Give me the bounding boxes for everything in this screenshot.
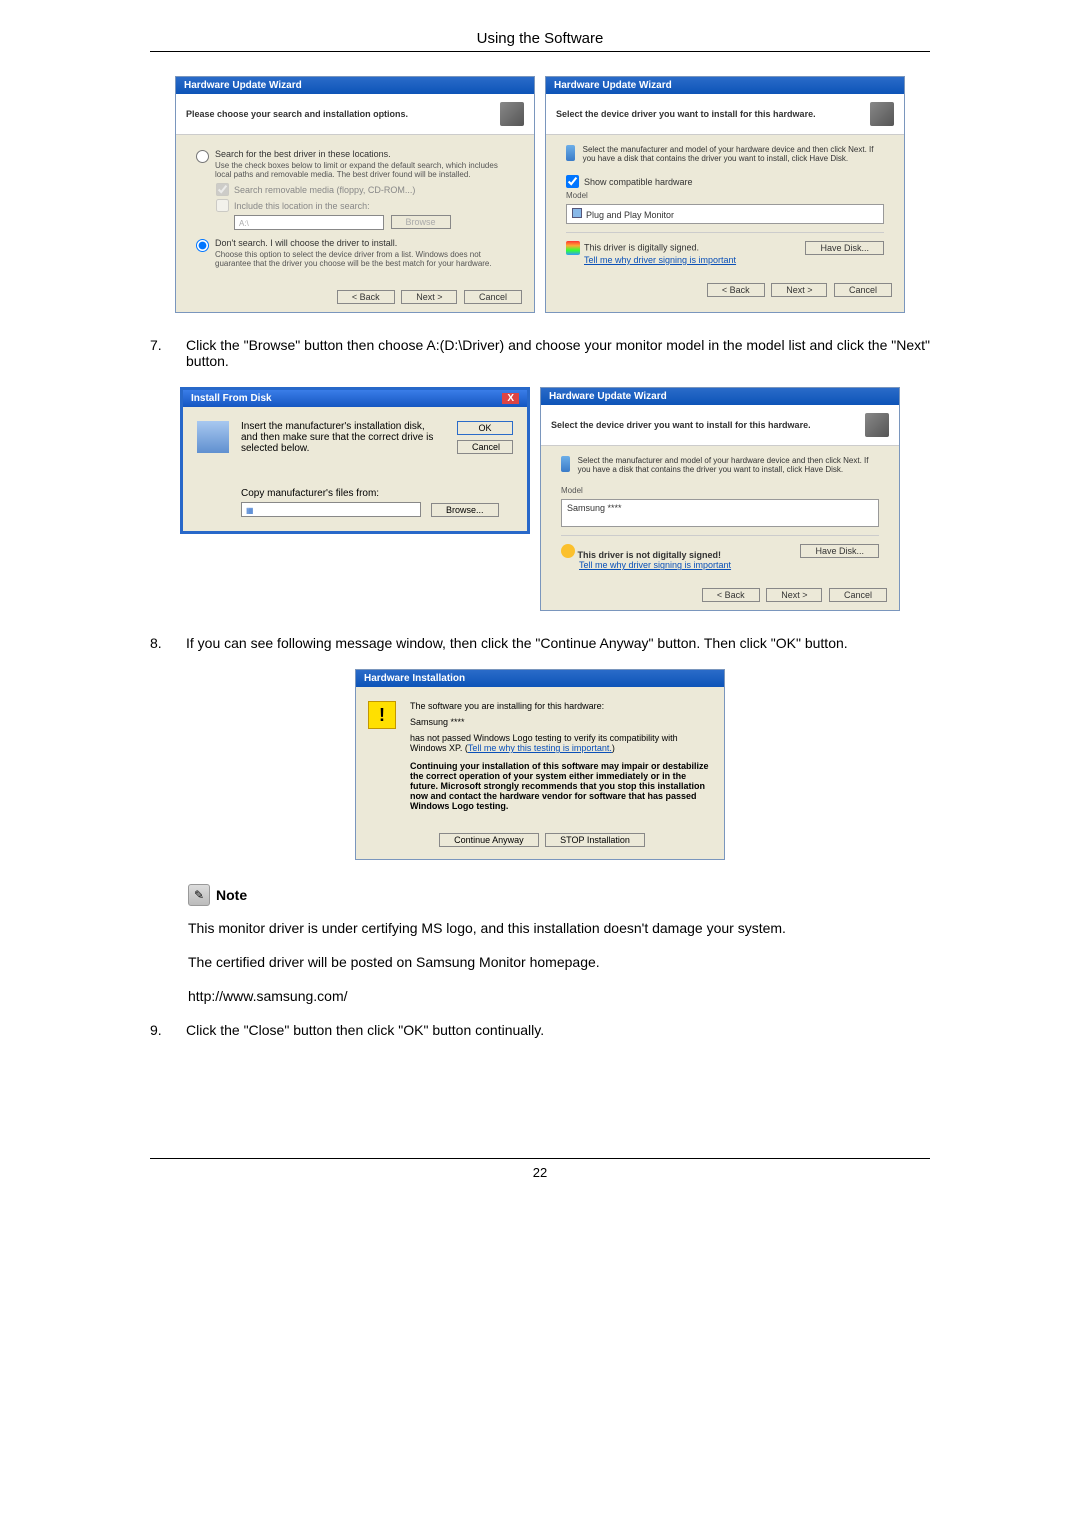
dialog-row-2: Install From Disk X Insert the manufactu… [150, 387, 930, 611]
dialog-row-1: Hardware Update Wizard Please choose you… [150, 76, 930, 313]
chk-show-compat-label: Show compatible hardware [584, 177, 693, 187]
note-p1: This monitor driver is under certifying … [188, 920, 930, 936]
warning-triangle-icon: ! [368, 701, 396, 729]
shield-icon [566, 241, 580, 255]
model-value: Plug and Play Monitor [586, 210, 674, 220]
dialog2-instr: Select the manufacturer and model of you… [583, 145, 884, 163]
step-9-num: 9. [150, 1022, 170, 1038]
disk-icon [561, 456, 570, 472]
radio2-label: Don't search. I will choose the driver t… [215, 238, 514, 248]
model-label-2: Model [561, 486, 879, 495]
dialog2-title: Hardware Update Wizard [546, 77, 904, 94]
dialog-search-options: Hardware Update Wizard Please choose you… [175, 76, 535, 313]
continue-anyway-button[interactable]: Continue Anyway [439, 833, 539, 847]
page-header: Using the Software [150, 30, 930, 47]
chk-removable [216, 183, 229, 196]
radio2-desc: Choose this option to select the device … [215, 250, 514, 268]
dialog2-subtitle: Select the device driver you want to ins… [556, 109, 816, 119]
tell-me-link-2[interactable]: Tell me why driver signing is important [579, 560, 731, 570]
cancel-button[interactable]: Cancel [829, 588, 887, 602]
close-icon[interactable]: X [502, 393, 519, 404]
back-button[interactable]: < Back [337, 290, 395, 304]
copy-path-input[interactable]: ▦ [241, 502, 421, 517]
hw-line1: The software you are installing for this… [410, 701, 710, 711]
next-button[interactable]: Next > [766, 588, 822, 602]
header-divider [150, 51, 930, 52]
have-disk-button-2[interactable]: Have Disk... [800, 544, 879, 558]
wizard-icon [870, 102, 894, 126]
dialog1-subtitle: Please choose your search and installati… [186, 109, 408, 119]
tell-me-link[interactable]: Tell me why driver signing is important [584, 255, 736, 265]
disk-icon [566, 145, 575, 161]
step-8-num: 8. [150, 635, 170, 651]
step-9: 9. Click the "Close" button then click "… [150, 1022, 930, 1038]
step-8-text: If you can see following message window,… [186, 635, 930, 651]
chk-show-compat[interactable] [566, 175, 579, 188]
footer-divider [150, 1158, 930, 1159]
note-icon: ✎ [188, 884, 210, 906]
step-7-num: 7. [150, 337, 170, 369]
next-button[interactable]: Next > [401, 290, 457, 304]
cancel-button[interactable]: Cancel [457, 440, 513, 454]
back-button[interactable]: < Back [702, 588, 760, 602]
signed-text: This driver is digitally signed. [584, 242, 699, 252]
ifd-title: Install From Disk [191, 393, 272, 404]
note-label: Note [216, 887, 247, 903]
hw-warning: Continuing your installation of this sof… [410, 761, 710, 811]
wizard-icon [865, 413, 889, 437]
install-from-disk-dialog: Install From Disk X Insert the manufactu… [180, 387, 530, 534]
dialog1-title: Hardware Update Wizard [176, 77, 534, 94]
dialog3-subtitle: Select the device driver you want to ins… [551, 420, 811, 430]
browse-button[interactable]: Browse... [431, 503, 499, 517]
chk-location [216, 199, 229, 212]
hw-device: Samsung **** [410, 717, 710, 727]
model-label: Model [566, 191, 884, 200]
ok-button[interactable]: OK [457, 421, 513, 435]
hw-testing-link[interactable]: Tell me why this testing is important. [468, 743, 612, 753]
radio-search-best[interactable] [196, 150, 209, 163]
step-7: 7. Click the "Browse" button then choose… [150, 337, 930, 369]
monitor-icon [572, 208, 582, 218]
step-8: 8. If you can see following message wind… [150, 635, 930, 651]
have-disk-button[interactable]: Have Disk... [805, 241, 884, 255]
hw-line2b: ) [612, 743, 615, 753]
warning-icon [561, 544, 575, 558]
floppy-icon [197, 421, 229, 453]
back-button[interactable]: < Back [707, 283, 765, 297]
note-p2: The certified driver will be posted on S… [188, 954, 930, 970]
ifd-text: Insert the manufacturer's installation d… [241, 421, 441, 454]
step-9-text: Click the "Close" button then click "OK"… [186, 1022, 930, 1038]
note-heading: ✎ Note [188, 884, 930, 906]
cancel-button[interactable]: Cancel [834, 283, 892, 297]
copy-label: Copy manufacturer's files from: [241, 488, 513, 499]
dialog3-instr: Select the manufacturer and model of you… [578, 456, 879, 474]
dialog3-title: Hardware Update Wizard [541, 388, 899, 405]
stop-installation-button[interactable]: STOP Installation [545, 833, 645, 847]
next-button[interactable]: Next > [771, 283, 827, 297]
hardware-installation-dialog: Hardware Installation ! The software you… [355, 669, 725, 860]
chk-location-label: Include this location in the search: [234, 201, 370, 211]
not-signed-text: This driver is not digitally signed! [578, 550, 722, 560]
radio1-desc: Use the check boxes below to limit or ex… [215, 161, 514, 179]
step-7-text: Click the "Browse" button then choose A:… [186, 337, 930, 369]
wizard-icon [500, 102, 524, 126]
model-value-2: Samsung **** [567, 503, 622, 513]
radio-dont-search[interactable] [196, 239, 209, 252]
model-list[interactable]: Plug and Play Monitor [566, 204, 884, 224]
samsung-url: http://www.samsung.com/ [188, 988, 930, 1004]
dialog-select-driver-1: Hardware Update Wizard Select the device… [545, 76, 905, 313]
browse-button-disabled: Browse [391, 215, 451, 229]
radio1-label: Search for the best driver in these loca… [215, 149, 514, 159]
page-number: 22 [150, 1165, 930, 1180]
dialog-select-driver-2: Hardware Update Wizard Select the device… [540, 387, 900, 611]
hw-title: Hardware Installation [356, 670, 724, 687]
chk-removable-label: Search removable media (floppy, CD-ROM..… [234, 185, 415, 195]
cancel-button[interactable]: Cancel [464, 290, 522, 304]
path-input: A:\ [234, 215, 384, 230]
model-list-2[interactable]: Samsung **** [561, 499, 879, 527]
